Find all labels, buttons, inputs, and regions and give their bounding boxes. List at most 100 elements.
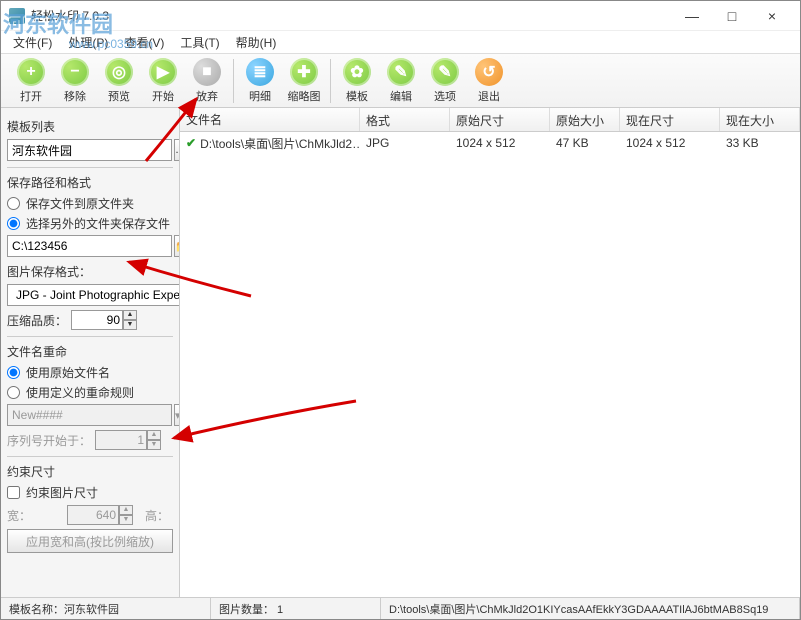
width-up[interactable]: ▲ [119,505,133,515]
left-panel: 模板列表 … ▼ 保存路径和格式 保存文件到原文件夹 选择另外的文件夹保存文件 … [1,108,180,597]
toolbar-abort[interactable]: ■ 放弃 [185,56,229,106]
col-now-bytes[interactable]: 现在大小 [720,108,800,131]
puzzle-icon: ✿ [343,58,371,86]
toolbar-start-label: 开始 [152,88,174,104]
status-count: 图片数量： 1 [211,598,381,619]
width-down[interactable]: ▼ [119,515,133,525]
width-input[interactable] [67,505,119,525]
menu-view[interactable]: 查看(V) [118,32,170,53]
toolbar-remove[interactable]: − 移除 [53,56,97,106]
grid-icon: ✚ [290,58,318,86]
format-label: 图片保存格式： [7,263,173,280]
constrain-title: 约束尺寸 [7,463,173,480]
seq-label: 序列号开始于： [7,432,91,449]
toolbar: + 打开 − 移除 ◎预览 ▶ 开始 ■ 放弃 ≣明细 ✚ 缩略图 ✿ 模板 ✎ 编辑 ✎ 选项… [1,53,800,108]
menu-tools[interactable]: 工具(T) [174,32,225,53]
col-format[interactable]: 格式 [360,108,450,131]
chk-constrain-size[interactable] [7,486,20,499]
table-body[interactable]: ✔ D:\tools\桌面\图片\ChMkJld2… JPG 1024 x 512… [180,132,800,597]
wrench-icon: ✎ [431,58,459,86]
width-label: 宽： [7,507,63,524]
menu-file[interactable]: 文件(F) [7,32,58,53]
toolbar-exit[interactable]: ↺ 退出 [467,56,511,106]
toolbar-open[interactable]: + 打开 [9,56,53,106]
quality-label: 压缩品质： [7,312,67,329]
play-icon: ▶ [149,58,177,86]
cell-filename: D:\tools\桌面\图片\ChMkJld2… [200,135,360,152]
radio-other-folder-label: 选择另外的文件夹保存文件 [26,215,170,232]
toolbar-start[interactable]: ▶ 开始 [141,56,185,106]
table-row[interactable]: ✔ D:\tools\桌面\图片\ChMkJld2… JPG 1024 x 512… [180,132,800,154]
statusbar: 模板名称：河东软件园 图片数量： 1 D:\tools\桌面\图片\ChMkJl… [1,597,800,619]
exit-icon: ↺ [475,58,503,86]
toolbar-sep [233,59,234,103]
toolbar-preview[interactable]: ◎预览 [97,56,141,106]
col-filename[interactable]: 文件名 [180,108,360,131]
cell-now-bytes: 33 KB [720,134,800,152]
seq-down[interactable]: ▼ [147,440,161,450]
right-panel: 文件名 格式 原始尺寸 原始大小 现在尺寸 现在大小 ✔ D:\tools\桌面\… [180,108,800,597]
status-path: D:\tools\桌面\图片\ChMkJld2O1KIYcasAAfEkkY3G… [381,598,800,619]
radio-custom-name[interactable] [7,386,20,399]
template-list-title: 模板列表 [7,118,173,135]
cell-now-size: 1024 x 512 [620,134,720,152]
table-header: 文件名 格式 原始尺寸 原始大小 现在尺寸 现在大小 [180,108,800,132]
app-icon [9,8,25,24]
quality-input[interactable] [71,310,123,330]
toolbar-detail[interactable]: ≣明细 [238,56,282,106]
quality-up[interactable]: ▲ [123,310,137,320]
radio-same-folder-label: 保存文件到原文件夹 [26,195,134,212]
toolbar-edit-label: 编辑 [390,88,412,104]
radio-same-folder[interactable] [7,197,20,210]
height-label: 高： [145,507,180,524]
save-path-input[interactable] [7,235,172,257]
toolbar-abort-label: 放弃 [196,88,218,104]
toolbar-preview-label: 预览 [108,88,130,104]
template-select[interactable] [7,139,172,161]
cell-orig-bytes: 47 KB [550,134,620,152]
menu-help[interactable]: 帮助(H) [230,32,283,53]
toolbar-options[interactable]: ✎ 选项 [423,56,467,106]
radio-orig-name[interactable] [7,366,20,379]
stop-icon: ■ [193,58,221,86]
cell-format: JPG [360,134,450,152]
rename-title: 文件名重命 [7,343,173,360]
quality-down[interactable]: ▼ [123,320,137,330]
status-template: 模板名称：河东软件园 [1,598,211,619]
col-now-size[interactable]: 现在尺寸 [620,108,720,131]
pencil-icon: ✎ [387,58,415,86]
col-orig-bytes[interactable]: 原始大小 [550,108,620,131]
format-select[interactable]: JPG - Joint Photographic Experts Group [7,284,180,306]
plus-icon: + [17,58,45,86]
window-title: 轻松水印 7.0.3 [31,7,672,24]
toolbar-edit[interactable]: ✎ 编辑 [379,56,423,106]
check-icon: ✔ [186,136,196,150]
toolbar-remove-label: 移除 [64,88,86,104]
col-orig-size[interactable]: 原始尺寸 [450,108,550,131]
toolbar-template[interactable]: ✿ 模板 [335,56,379,106]
cell-orig-size: 1024 x 512 [450,134,550,152]
seq-input[interactable] [95,430,147,450]
toolbar-thumb[interactable]: ✚ 缩略图 [282,56,326,106]
seq-up[interactable]: ▲ [147,430,161,440]
close-button[interactable]: × [752,2,792,30]
radio-other-folder[interactable] [7,217,20,230]
toolbar-template-label: 模板 [346,88,368,104]
toolbar-options-label: 选项 [434,88,456,104]
toolbar-detail-label: 明细 [249,88,271,104]
apply-size-button[interactable]: 应用宽和高(按比例缩放) [7,529,173,553]
save-path-title: 保存路径和格式 [7,174,173,191]
chk-constrain-label: 约束图片尺寸 [26,484,98,501]
radio-custom-name-label: 使用定义的重命规则 [26,384,134,401]
titlebar: 轻松水印 7.0.3 — □ × [1,1,800,31]
menu-process[interactable]: 处理(P) [62,32,114,53]
toolbar-exit-label: 退出 [478,88,500,104]
minus-icon: − [61,58,89,86]
minimize-button[interactable]: — [672,2,712,30]
rename-pattern-input[interactable] [7,404,172,426]
radio-orig-name-label: 使用原始文件名 [26,364,110,381]
menubar: 文件(F) 处理(P) 查看(V) 工具(T) 帮助(H) [1,31,800,53]
toolbar-thumb-label: 缩略图 [288,88,321,104]
toolbar-open-label: 打开 [20,88,42,104]
maximize-button[interactable]: □ [712,2,752,30]
